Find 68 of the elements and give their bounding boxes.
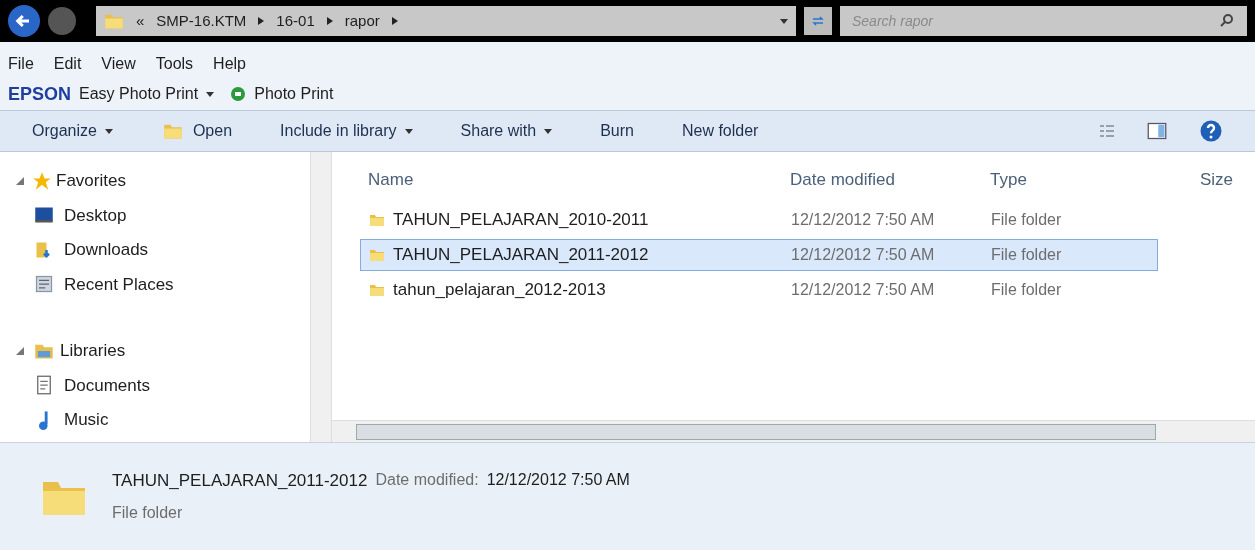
nav-group[interactable]: Libraries xyxy=(16,338,310,364)
toolbar-button[interactable]: Open xyxy=(160,119,233,143)
file-type: File folder xyxy=(112,503,184,524)
breadcrumb[interactable]: SMP-16.KTM xyxy=(156,9,247,33)
file-name: TAHUN_PELAJARAN_2010-2011 xyxy=(393,209,649,232)
search-icon xyxy=(1219,13,1235,29)
star-icon xyxy=(32,170,52,191)
brand-logo: EPSON xyxy=(8,82,72,106)
address-field[interactable]: « SMP-16.KTM 16-01 rapor xyxy=(96,6,796,36)
chevron-icon xyxy=(326,17,333,25)
caret-icon xyxy=(104,127,113,135)
photo-print-button[interactable]: Photo Print xyxy=(254,82,334,106)
file-row[interactable]: tahun_pelajaran_2012-2013 12/12/2012 7:50 AM File folder xyxy=(360,274,1158,306)
detail-value: 12/12/2012 7:50 AM xyxy=(486,469,630,490)
toolbar-button[interactable]: Include in library xyxy=(280,119,413,143)
help-icon[interactable] xyxy=(1199,119,1223,143)
toolbar-button[interactable]: Burn xyxy=(600,119,634,143)
column-header[interactable]: Name xyxy=(360,167,790,193)
detail-label: Date modified: xyxy=(375,469,479,490)
column-header[interactable]: Type xyxy=(990,167,1200,193)
nav-item[interactable]: Music xyxy=(16,407,310,433)
menu-item[interactable]: View xyxy=(101,52,136,76)
folder-icon xyxy=(369,212,385,228)
file-row[interactable]: TAHUN_PELAJARAN_2010-2011 12/12/2012 7:50 AM File folder xyxy=(360,204,1158,236)
file-name: tahun_pelajaran_2012-2013 xyxy=(393,279,606,302)
column-header[interactable]: Size xyxy=(1200,167,1255,193)
menu-item[interactable]: Tools xyxy=(155,52,194,76)
nav-item[interactable]: Documents xyxy=(16,372,310,398)
type-cell-text: File folder xyxy=(991,280,1063,300)
menu-item[interactable]: Help xyxy=(213,52,246,76)
nav-group[interactable]: Favorites xyxy=(16,168,310,194)
menu-item[interactable]: Edit xyxy=(53,52,82,76)
chevron-icon xyxy=(391,17,398,25)
toolbar-button[interactable]: New folder xyxy=(681,119,759,143)
scrollbar-thumb[interactable] xyxy=(356,423,1156,440)
nav-item[interactable]: Recent Places xyxy=(16,271,310,297)
breadcrumb[interactable]: rapor xyxy=(344,9,380,33)
file-row[interactable]: TAHUN_PELAJARAN_2011-2012 12/12/2012 7:50 AM File folder xyxy=(360,239,1158,271)
type-cell-text: File folder xyxy=(991,245,1063,265)
folder-icon xyxy=(369,247,385,263)
toolbar-button[interactable]: Organize xyxy=(32,119,113,143)
chevron-icon xyxy=(258,17,265,25)
type-cell-text: File folder xyxy=(991,210,1063,230)
date-cell-text: 12/12/2012 7:50 AM xyxy=(791,210,936,230)
forward-button[interactable] xyxy=(48,7,76,35)
caret-icon xyxy=(544,127,553,135)
nav-item[interactable]: Downloads xyxy=(16,237,310,263)
breadcrumb[interactable]: « xyxy=(136,9,145,33)
music-note-icon xyxy=(39,409,49,430)
app-menu[interactable]: Easy Photo Print xyxy=(79,82,215,106)
expand-icon[interactable] xyxy=(16,346,24,355)
back-button[interactable] xyxy=(8,5,40,37)
column-header[interactable]: Date modified xyxy=(790,167,990,193)
toolbar-button[interactable]: Share with xyxy=(460,119,553,143)
caret-icon xyxy=(780,17,788,25)
expand-icon[interactable] xyxy=(16,176,24,185)
monitor-icon xyxy=(32,205,56,226)
folder-icon xyxy=(369,282,385,298)
date-cell-text: 12/12/2012 7:50 AM xyxy=(791,245,936,265)
menu-item[interactable]: File xyxy=(8,52,34,76)
file-name: TAHUN_PELAJARAN_2011-2012 xyxy=(393,244,649,267)
breadcrumb[interactable]: 16-01 xyxy=(276,9,315,33)
date-cell-text: 12/12/2012 7:50 AM xyxy=(791,280,936,300)
caret-icon xyxy=(206,90,215,98)
file-name: TAHUN_PELAJARAN_2011-2012 xyxy=(112,469,368,492)
preview-pane-icon[interactable] xyxy=(1147,121,1167,141)
nav-item[interactable]: Desktop xyxy=(16,202,310,228)
caret-icon xyxy=(404,127,413,135)
